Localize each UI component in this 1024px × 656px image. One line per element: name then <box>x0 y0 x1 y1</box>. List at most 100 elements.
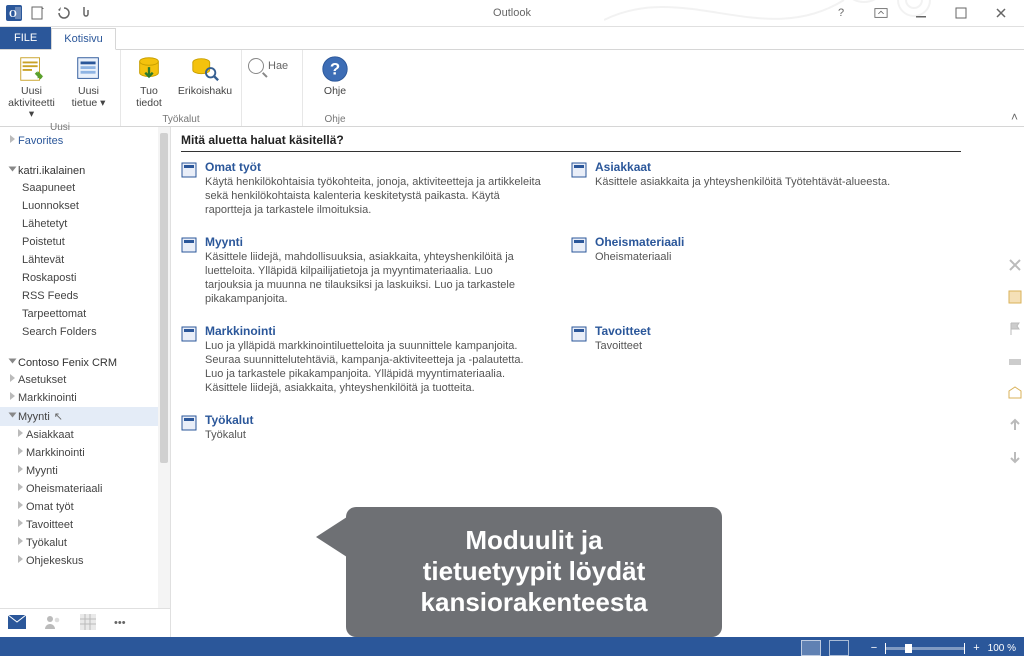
crm-submodule[interactable]: Työkalut <box>0 534 170 552</box>
close-icon[interactable] <box>1007 257 1023 273</box>
annotation-callout: Moduulit ja tietuetyypit löydät kansiora… <box>346 507 722 637</box>
qat-undo-icon[interactable] <box>54 5 70 21</box>
crm-module[interactable]: Markkinointi <box>0 389 170 407</box>
mail-folder[interactable]: Roskaposti <box>0 269 170 287</box>
crm-submodule[interactable]: Myynti <box>0 462 170 480</box>
favorites-header[interactable]: Favorites <box>0 133 170 149</box>
ribbon-tabs: FILE Kotisivu <box>0 27 1024 50</box>
module-icon <box>571 237 587 253</box>
ribbon-group-uusi: Uusi aktiviteetti ▾ Uusi tietue ▾ Uusi <box>0 50 121 126</box>
search-label: Hae <box>268 60 288 72</box>
new-record-button[interactable]: Uusi tietue ▾ <box>63 54 114 109</box>
qat-touch-icon[interactable] <box>78 5 94 21</box>
mail-folder[interactable]: Lähetetyt <box>0 215 170 233</box>
help-icon[interactable]: ? <box>826 4 856 22</box>
reading-pane-strip <box>1004 257 1024 465</box>
help-icon: ? <box>320 54 350 84</box>
ribbon-group-tyokalut: Tuo tiedot Erikoishaku Työkalut <box>121 50 242 126</box>
note-icon[interactable] <box>1007 289 1023 305</box>
zoom-level[interactable]: 100 % <box>988 643 1016 654</box>
arrow-up-icon[interactable] <box>1007 417 1023 433</box>
import-data-button[interactable]: Tuo tiedot <box>127 54 171 109</box>
status-bar: − + 100 % <box>0 637 1024 656</box>
mail-folder[interactable]: Luonnokset <box>0 197 170 215</box>
help-button[interactable]: ? Ohje <box>309 54 361 98</box>
crm-root[interactable]: Contoso Fenix CRM <box>0 355 170 371</box>
ribbon-group-label: Työkalut <box>121 113 241 126</box>
zoom-out-icon[interactable]: − <box>871 642 877 654</box>
svg-text:?: ? <box>330 60 340 79</box>
qat-new-icon[interactable] <box>30 5 46 21</box>
module-icon <box>181 326 197 342</box>
tab-file[interactable]: FILE <box>0 27 51 49</box>
module-icon <box>181 162 197 178</box>
nav-scrollbar[interactable] <box>158 127 170 608</box>
collapse-ribbon-icon[interactable]: ˄ <box>1011 110 1018 124</box>
view-reading-button[interactable] <box>829 640 849 656</box>
module-icon <box>181 237 197 253</box>
flag-icon[interactable] <box>1007 321 1023 337</box>
new-activity-button[interactable]: Uusi aktiviteetti ▾ <box>6 54 57 121</box>
ribbon-group-label: Ohje <box>303 113 367 126</box>
cursor-icon: ↖ <box>54 410 63 423</box>
close-button[interactable] <box>986 4 1016 22</box>
svg-text:O: O <box>9 9 17 20</box>
tile-tavoitteet[interactable]: TavoitteetTavoitteet <box>571 324 891 395</box>
tab-home[interactable]: Kotisivu <box>51 28 116 50</box>
mail-folder[interactable]: Tarpeettomat <box>0 305 170 323</box>
calendar-view-icon[interactable] <box>80 614 96 633</box>
crm-submodule[interactable]: Markkinointi <box>0 444 170 462</box>
crm-submodule[interactable]: Omat työt <box>0 498 170 516</box>
category-icon[interactable] <box>1007 353 1023 369</box>
search-box[interactable]: Hae <box>248 58 288 74</box>
mail-folder[interactable]: Poistetut <box>0 233 170 251</box>
module-icon <box>181 415 197 431</box>
crm-submodule[interactable]: Asiakkaat <box>0 426 170 444</box>
more-views-icon[interactable]: ••• <box>114 617 126 629</box>
content-area: Mitä aluetta haluat käsitellä? Omat työt… <box>171 127 1024 637</box>
new-record-icon <box>74 54 104 84</box>
module-icon <box>571 162 587 178</box>
envelope-open-icon[interactable] <box>1007 385 1023 401</box>
ribbon-display-options-icon[interactable] <box>866 4 896 22</box>
area-tiles: Omat työtKäytä henkilökohtaisia työkohte… <box>181 160 961 443</box>
mail-folder[interactable]: Search Folders <box>0 323 170 341</box>
tile-markkinointi[interactable]: MarkkinointiLuo ja ylläpidä markkinointi… <box>181 324 541 395</box>
mail-folder[interactable]: Saapuneet <box>0 179 170 197</box>
view-normal-button[interactable] <box>801 640 821 656</box>
ribbon: Uusi aktiviteetti ▾ Uusi tietue ▾ Uusi T… <box>0 50 1024 127</box>
crm-module[interactable]: Asetukset <box>0 371 170 389</box>
crm-module-myynti[interactable]: Myynti↖ <box>0 407 170 426</box>
mail-view-icon[interactable] <box>8 615 26 632</box>
tile-oheismateriaali[interactable]: OheismateriaaliOheismateriaali <box>571 235 891 306</box>
module-icon <box>571 326 587 342</box>
advanced-find-button[interactable]: Erikoishaku <box>177 54 233 98</box>
people-view-icon[interactable] <box>44 614 62 633</box>
import-data-icon <box>134 54 164 84</box>
tile-myynti[interactable]: MyyntiKäsittele liidejä, mahdollisuuksia… <box>181 235 541 306</box>
tile-omat-tyot[interactable]: Omat työtKäytä henkilökohtaisia työkohte… <box>181 160 541 217</box>
crm-submodule[interactable]: Oheismateriaali <box>0 480 170 498</box>
mail-folder[interactable]: RSS Feeds <box>0 287 170 305</box>
ribbon-group-search: Hae <box>242 50 303 126</box>
crm-submodule[interactable]: Tavoitteet <box>0 516 170 534</box>
minimize-button[interactable] <box>906 4 936 22</box>
search-icon <box>248 58 264 74</box>
zoom-in-icon[interactable]: + <box>973 642 979 654</box>
maximize-button[interactable] <box>946 4 976 22</box>
tile-tyokalut[interactable]: TyökalutTyökalut <box>181 413 541 443</box>
arrow-down-icon[interactable] <box>1007 449 1023 465</box>
crm-submodule[interactable]: Ohjekeskus <box>0 552 170 570</box>
nav-footer: ••• <box>0 608 170 637</box>
new-activity-icon <box>17 54 47 84</box>
mail-folder[interactable]: Lähtevät <box>0 251 170 269</box>
outlook-icon: O <box>6 5 22 21</box>
ribbon-group-ohje: ? Ohje Ohje <box>303 50 367 126</box>
folder-pane: Favorites katri.ikalainen SaapuneetLuonn… <box>0 127 171 637</box>
title-bar: O Outlook ? <box>0 0 1024 27</box>
content-heading: Mitä aluetta haluat käsitellä? <box>181 133 961 152</box>
advanced-find-icon <box>190 54 220 84</box>
zoom-slider[interactable] <box>885 647 965 650</box>
tile-asiakkaat[interactable]: AsiakkaatKäsittele asiakkaita ja yhteysh… <box>571 160 891 217</box>
account-header[interactable]: katri.ikalainen <box>0 163 170 179</box>
